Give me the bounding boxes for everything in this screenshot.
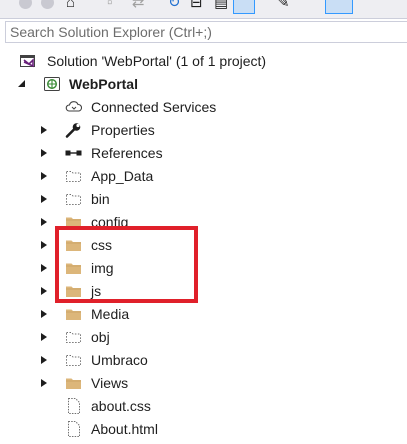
solution-explorer-toolbar: ⌂ ▫ ⇄ ↻ ⊟ ▤ ✎ bbox=[0, 0, 407, 19]
tree-item-js[interactable]: js bbox=[0, 280, 407, 303]
tree-item-img[interactable]: img bbox=[0, 257, 407, 280]
collapse-all-icon[interactable]: ⊟ bbox=[190, 0, 203, 12]
references-icon bbox=[64, 144, 84, 162]
tree-item-obj[interactable]: obj bbox=[0, 326, 407, 349]
tree-item-about-html[interactable]: About.html bbox=[0, 418, 407, 441]
show-all-files-icon[interactable]: ▤ bbox=[214, 0, 228, 12]
collapsed-arrow-icon[interactable] bbox=[38, 326, 50, 349]
tree-item-label: Properties bbox=[91, 122, 155, 138]
tree-item-views[interactable]: Views bbox=[0, 372, 407, 395]
folder-icon bbox=[64, 213, 84, 231]
forward-icon[interactable] bbox=[41, 0, 54, 9]
connected-services-icon bbox=[64, 98, 84, 116]
folder-icon bbox=[64, 374, 84, 392]
file-icon bbox=[64, 397, 84, 415]
search-input[interactable] bbox=[10, 23, 400, 41]
tree-item-media[interactable]: Media bbox=[0, 303, 407, 326]
tree-item-label: css bbox=[91, 237, 112, 253]
tree-item-css[interactable]: css bbox=[0, 234, 407, 257]
excluded-folder-icon bbox=[64, 351, 84, 369]
folder-icon bbox=[64, 236, 84, 254]
solution-node[interactable]: Solution 'WebPortal' (1 of 1 project) bbox=[0, 50, 407, 73]
collapsed-arrow-icon[interactable] bbox=[38, 349, 50, 372]
tree-item-umbraco[interactable]: Umbraco bbox=[0, 349, 407, 372]
tree-item-app-data[interactable]: App_Data bbox=[0, 165, 407, 188]
tree-item-label: Connected Services bbox=[91, 99, 217, 115]
home-icon[interactable]: ⌂ bbox=[66, 0, 75, 12]
tree-item-label: Views bbox=[91, 375, 129, 391]
excluded-folder-icon bbox=[64, 328, 84, 346]
project-node[interactable]: WebPortal bbox=[0, 73, 407, 96]
tree-item-connected-services[interactable]: Connected Services bbox=[0, 96, 407, 119]
preview-selected-icon[interactable] bbox=[233, 0, 255, 14]
tree-item-label: About.html bbox=[91, 421, 158, 437]
tree-item-bin[interactable]: bin bbox=[0, 188, 407, 211]
tree-item-label: img bbox=[91, 260, 114, 276]
collapsed-arrow-icon[interactable] bbox=[38, 142, 50, 165]
tree-item-about-css[interactable]: about.css bbox=[0, 395, 407, 418]
excluded-folder-icon bbox=[64, 190, 84, 208]
tree-item-label: config bbox=[91, 214, 129, 230]
tree-item-label: about.css bbox=[91, 398, 151, 414]
tree-item-label: bin bbox=[91, 191, 110, 207]
folder-icon bbox=[64, 259, 84, 277]
file-icon bbox=[64, 420, 84, 438]
solution-label: Solution 'WebPortal' (1 of 1 project) bbox=[47, 53, 267, 69]
collapsed-arrow-icon[interactable] bbox=[38, 211, 50, 234]
collapsed-arrow-icon[interactable] bbox=[38, 119, 50, 142]
project-label: WebPortal bbox=[69, 76, 138, 92]
collapsed-arrow-icon[interactable] bbox=[38, 165, 50, 188]
solution-icon bbox=[18, 52, 38, 70]
tree-item-config[interactable]: config bbox=[0, 211, 407, 234]
sync-icon[interactable]: ⇄ bbox=[132, 0, 145, 12]
folder-icon bbox=[64, 282, 84, 300]
preview-icon[interactable] bbox=[325, 0, 353, 14]
back-icon[interactable] bbox=[19, 0, 32, 9]
expanded-arrow-icon[interactable] bbox=[16, 73, 28, 96]
collapsed-arrow-icon[interactable] bbox=[38, 303, 50, 326]
tree-item-label: Umbraco bbox=[91, 352, 148, 368]
tree-item-label: App_Data bbox=[91, 168, 154, 184]
excluded-folder-icon bbox=[64, 167, 84, 185]
tree-item-properties[interactable]: Properties bbox=[0, 119, 407, 142]
tree-item-label: References bbox=[91, 145, 163, 161]
collapsed-arrow-icon[interactable] bbox=[38, 257, 50, 280]
refresh-icon[interactable]: ↻ bbox=[168, 0, 181, 12]
collapsed-arrow-icon[interactable] bbox=[38, 372, 50, 395]
search-box[interactable] bbox=[5, 21, 407, 43]
wrench-icon bbox=[64, 121, 84, 139]
tree-item-label: Media bbox=[91, 306, 130, 322]
tree-item-references[interactable]: References bbox=[0, 142, 407, 165]
tree-item-label: obj bbox=[91, 329, 110, 345]
folder-icon bbox=[64, 305, 84, 323]
properties-wrench-icon[interactable]: ✎ bbox=[277, 0, 290, 12]
tree-item-label: js bbox=[91, 283, 102, 299]
collapsed-arrow-icon[interactable] bbox=[38, 280, 50, 303]
web-project-globe-icon bbox=[42, 75, 62, 93]
collapsed-arrow-icon[interactable] bbox=[38, 234, 50, 257]
pending-changes-icon[interactable]: ▫ bbox=[107, 0, 112, 12]
collapsed-arrow-icon[interactable] bbox=[38, 188, 50, 211]
